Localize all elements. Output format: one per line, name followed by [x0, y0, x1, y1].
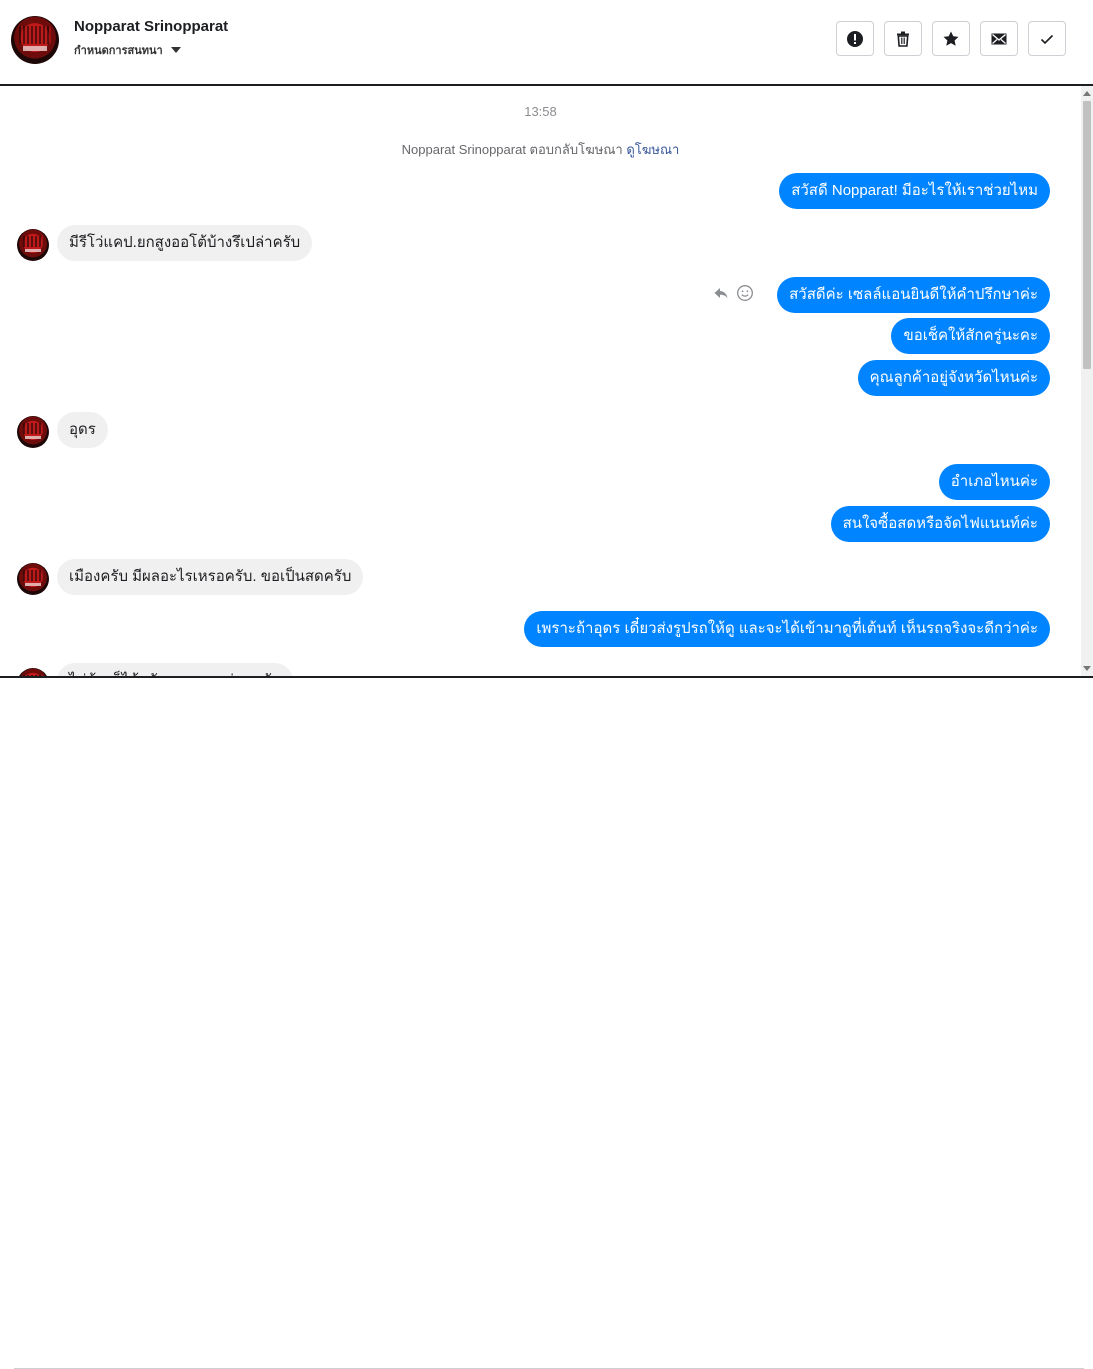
- emoji-reaction-icon[interactable]: [736, 284, 754, 302]
- conversation-schedule-dropdown[interactable]: กำหนดการสนทนา: [74, 41, 181, 59]
- mark-done-button[interactable]: [1028, 21, 1066, 56]
- caret-down-icon: [170, 47, 181, 53]
- thread-scrollbar[interactable]: [1081, 86, 1093, 676]
- mark-unread-button[interactable]: [980, 21, 1018, 56]
- contact-name[interactable]: Nopparat Srinopparat: [74, 18, 228, 35]
- message-timestamp: 13:58: [524, 104, 557, 119]
- scrollbar-thumb[interactable]: [1083, 101, 1091, 369]
- outgoing-message[interactable]: สวัสดีค่ะ เซลล์แอนยินดีให้คำปรึกษาค่ะ: [777, 277, 1050, 313]
- trash-icon: [897, 31, 909, 47]
- outgoing-message[interactable]: สนใจซื้อสดหรือจัดไฟแนนท์ค่ะ: [830, 506, 1050, 542]
- checkmark-icon: [1040, 34, 1054, 44]
- star-button[interactable]: [932, 21, 970, 56]
- star-icon: [943, 31, 959, 46]
- delete-button[interactable]: [884, 21, 922, 56]
- scroll-up-arrow-icon[interactable]: [1083, 91, 1091, 96]
- incoming-message[interactable]: อุดร: [57, 412, 108, 448]
- view-ad-link[interactable]: ดูโฆษณา: [626, 142, 679, 157]
- outgoing-message[interactable]: สวัสดี Nopparat! มีอะไรให้เราช่วยไหม: [779, 173, 1050, 209]
- mark-spam-button[interactable]: [836, 21, 874, 56]
- sender-avatar[interactable]: [17, 416, 49, 448]
- outgoing-message[interactable]: คุณลูกค้าอยู่จังหวัดไหนค่ะ: [857, 360, 1050, 396]
- outgoing-message[interactable]: ขอเช็คให้สักครู่นะคะ: [891, 318, 1050, 354]
- sender-avatar[interactable]: [17, 563, 49, 595]
- incoming-message[interactable]: มีรีโว่แคป.ยกสูงออโต้บ้างรึเปล่าครับ: [57, 225, 313, 261]
- sender-avatar[interactable]: [17, 668, 49, 676]
- exclamation-circle-icon: [847, 30, 863, 47]
- incoming-message[interactable]: เมืองครับ มีผลอะไรเหรอครับ. ขอเป็นสดครับ: [57, 559, 364, 595]
- envelope-icon: [991, 33, 1007, 44]
- conversation-header: Nopparat Srinopparat กำหนดการสนทนา: [0, 0, 1093, 84]
- conversation-schedule-label: กำหนดการสนทนา: [74, 44, 163, 57]
- ad-reply-notice: Nopparat Srinopparat ตอบกลับโฆษณา ดูโฆษณ…: [0, 139, 1081, 160]
- message-thread[interactable]: 13:58 Nopparat Srinopparat ตอบกลับโฆษณา …: [0, 86, 1081, 676]
- scroll-down-arrow-icon[interactable]: [1083, 666, 1091, 671]
- outgoing-message[interactable]: เพราะถ้าอุดร เดี๋ยวส่งรูปรถให้ดู และจะได…: [524, 611, 1050, 647]
- outgoing-message[interactable]: อำเภอไหนค่ะ: [938, 464, 1050, 500]
- message-hover-actions: [712, 284, 754, 302]
- composer-area: [0, 678, 1093, 1369]
- reply-icon[interactable]: [712, 284, 730, 302]
- conversation-actions: [836, 21, 1066, 56]
- sender-avatar[interactable]: [17, 229, 49, 261]
- incoming-message[interactable]: ไม่ต้องก็ได้ครับ ขอราคาก่อนครับ: [57, 663, 293, 676]
- contact-avatar[interactable]: [11, 16, 59, 64]
- ad-reply-notice-text: Nopparat Srinopparat ตอบกลับโฆษณา: [401, 142, 627, 157]
